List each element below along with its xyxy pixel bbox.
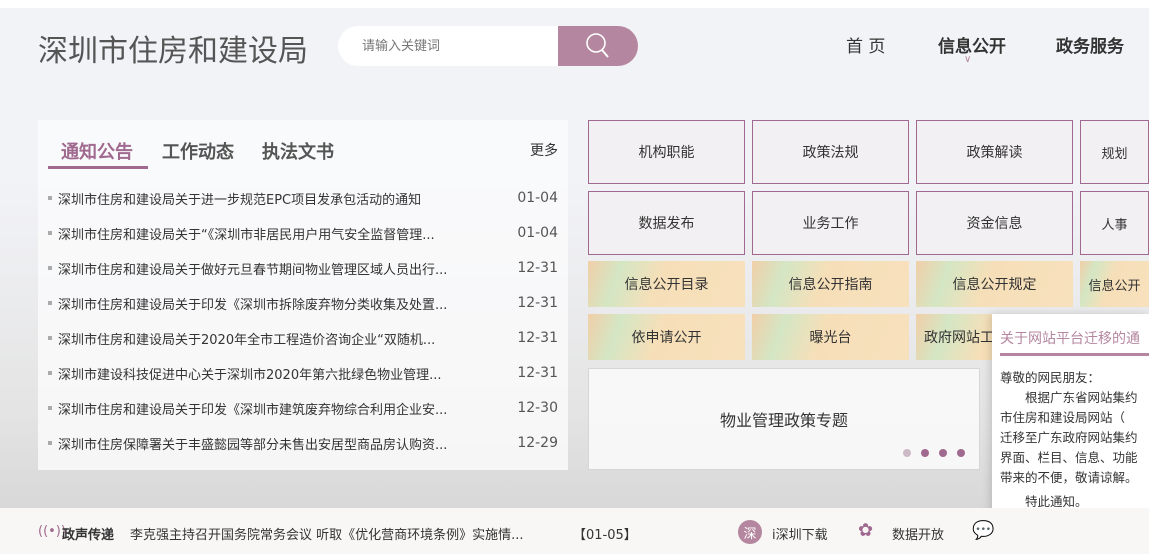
popup-line: 带来的不便，敬请谅解。 bbox=[1000, 470, 1138, 485]
tab-work-news[interactable]: 工作动态 bbox=[162, 138, 234, 164]
popup-body: 尊敬的网民朋友： 根据广东省网站集约 市住房和建设局网站（ 迁移至广东政府网站集… bbox=[1000, 368, 1149, 512]
data-open-link[interactable]: 数据开放 bbox=[892, 524, 944, 543]
bullet-icon bbox=[48, 266, 52, 270]
popup-title-underline bbox=[1000, 353, 1149, 356]
bullet-icon bbox=[48, 196, 52, 200]
item-title: 深圳市住房保障署关于丰盛懿园等部分未售出安居型商品房认购资... bbox=[58, 437, 448, 453]
bullet-icon bbox=[48, 371, 52, 375]
popup-line: 界面、栏目、信息、功能 bbox=[1000, 450, 1138, 465]
popup-line: 市住房和建设局网站（ bbox=[1000, 410, 1126, 425]
tile-data-release[interactable]: 数据发布 bbox=[588, 191, 745, 255]
item-date: 01-04 bbox=[517, 190, 558, 206]
tile-disclosure-guide[interactable]: 信息公开指南 bbox=[752, 261, 909, 307]
tile-disclosure-annual[interactable]: 信息公开 bbox=[1080, 261, 1149, 307]
bullet-icon bbox=[48, 231, 52, 235]
item-title: 深圳市住房和建设局关于印发《深圳市拆除废弃物分类收集及处置... bbox=[58, 297, 448, 313]
chevron-down-icon: ∨ bbox=[964, 54, 972, 65]
bullet-icon bbox=[48, 406, 52, 410]
search-bar bbox=[338, 26, 638, 66]
broadcast-date: 【01-05】 bbox=[573, 528, 637, 543]
nav-info-disclosure[interactable]: 信息公开 bbox=[938, 32, 1006, 57]
tile-disclosure-catalog[interactable]: 信息公开目录 bbox=[588, 261, 745, 307]
item-title: 深圳市住房和建设局关于做好元旦春节期间物业管理区域人员出行... bbox=[58, 262, 448, 278]
topic-banner[interactable]: 物业管理政策专题 bbox=[588, 368, 980, 470]
popup-title: 关于网站平台迁移的通 bbox=[1000, 331, 1140, 347]
list-item[interactable]: 深圳市住房和建设局关于做好元旦春节期间物业管理区域人员出行... 12-31 bbox=[48, 258, 558, 278]
tile-org-functions[interactable]: 机构职能 bbox=[588, 120, 745, 184]
broadcast-headline[interactable]: 李克强主持召开国务院常务会议 听取《优化营商环境条例》实施情... bbox=[130, 524, 524, 543]
list-item[interactable]: 深圳市住房和建设局关于印发《深圳市拆除废弃物分类收集及处置... 12-31 bbox=[48, 293, 558, 313]
item-title: 深圳市建设科技促进中心关于深圳市2020年第六批绿色物业管理... bbox=[58, 367, 442, 383]
nav-home[interactable]: 首 页 bbox=[846, 32, 885, 57]
tab-notices[interactable]: 通知公告 bbox=[61, 138, 133, 164]
tile-funding-info[interactable]: 资金信息 bbox=[916, 191, 1073, 255]
carousel-dots bbox=[903, 449, 965, 457]
item-date: 12-31 bbox=[517, 295, 558, 311]
i-shenzhen-icon: 深 bbox=[738, 520, 762, 544]
tile-exposure[interactable]: 曝光台 bbox=[752, 314, 909, 360]
list-item[interactable]: 深圳市住房和建设局关于进一步规范EPC项目发承包活动的通知 01-04 bbox=[48, 188, 558, 208]
popup-line: 尊敬的网民朋友： bbox=[1000, 370, 1101, 385]
tile-personnel[interactable]: 人事 bbox=[1080, 191, 1149, 255]
item-date: 12-31 bbox=[517, 330, 558, 346]
search-input[interactable] bbox=[338, 26, 558, 66]
popup-line: 迁移至广东政府网站集约 bbox=[1000, 430, 1138, 445]
item-date: 12-30 bbox=[517, 400, 558, 416]
bullet-icon bbox=[48, 441, 52, 445]
carousel-dot[interactable] bbox=[939, 449, 947, 457]
top-strip bbox=[0, 0, 1149, 8]
more-link[interactable]: 更多 bbox=[530, 140, 558, 160]
list-item[interactable]: 深圳市建设科技促进中心关于深圳市2020年第六批绿色物业管理... 12-31 bbox=[48, 363, 558, 383]
carousel-dot[interactable] bbox=[957, 449, 965, 457]
list-item[interactable]: 深圳市住房和建设局关于2020年全市工程造价咨询企业“双随机... 12-31 bbox=[48, 328, 558, 348]
tab-enforcement-docs[interactable]: 执法文书 bbox=[262, 138, 334, 164]
item-title: 深圳市住房和建设局关于印发《深圳市建筑废弃物综合利用企业安... bbox=[58, 402, 448, 418]
item-date: 01-04 bbox=[517, 225, 558, 241]
bullet-icon bbox=[48, 301, 52, 305]
carousel-dot[interactable] bbox=[921, 449, 929, 457]
chat-icon[interactable]: 💬 bbox=[972, 520, 994, 541]
carousel-dot[interactable] bbox=[903, 449, 911, 457]
item-title: 深圳市住房和建设局关于进一步规范EPC项目发承包活动的通知 bbox=[58, 192, 422, 208]
tile-policy-regulations[interactable]: 政策法规 bbox=[752, 120, 909, 184]
item-date: 12-31 bbox=[517, 365, 558, 381]
news-panel: 通知公告 工作动态 执法文书 更多 深圳市住房和建设局关于进一步规范EPC项目发… bbox=[38, 120, 568, 470]
tile-disclosure-rules[interactable]: 信息公开规定 bbox=[916, 261, 1073, 307]
data-open-icon: ✿ bbox=[858, 520, 874, 541]
search-icon bbox=[586, 33, 609, 58]
item-date: 12-31 bbox=[517, 260, 558, 276]
broadcast-label: 政声传递 bbox=[62, 528, 115, 543]
nav-gov-services[interactable]: 政务服务 bbox=[1056, 32, 1124, 57]
i-shenzhen-download-link[interactable]: i深圳下载 bbox=[772, 524, 828, 543]
item-date: 12-29 bbox=[517, 435, 558, 451]
list-item[interactable]: 深圳市住房和建设局关于印发《深圳市建筑废弃物综合利用企业安... 12-30 bbox=[48, 398, 558, 418]
item-title: 深圳市住房和建设局关于“《深圳市非居民用户用气安全监督管理... bbox=[58, 227, 435, 243]
footer-bar: ((•)) 政声传递 李克强主持召开国务院常务会议 听取《优化营商环境条例》实施… bbox=[0, 508, 1149, 554]
banner-title: 物业管理政策专题 bbox=[719, 411, 848, 430]
search-button[interactable] bbox=[558, 26, 638, 66]
list-item[interactable]: 深圳市住房和建设局关于“《深圳市非居民用户用气安全监督管理... 01-04 bbox=[48, 223, 558, 243]
list-item[interactable]: 深圳市住房保障署关于丰盛懿园等部分未售出安居型商品房认购资... 12-29 bbox=[48, 433, 558, 453]
popup-line: 根据广东省网站集约 bbox=[1000, 390, 1138, 405]
item-title: 深圳市住房和建设局关于2020年全市工程造价咨询企业“双随机... bbox=[58, 332, 436, 348]
tile-planning[interactable]: 规划 bbox=[1080, 120, 1149, 184]
tile-business-work[interactable]: 业务工作 bbox=[752, 191, 909, 255]
tile-apply-disclosure[interactable]: 依申请公开 bbox=[588, 314, 745, 360]
site-title[interactable]: 深圳市住房和建设局 bbox=[38, 26, 308, 70]
tile-policy-interpretation[interactable]: 政策解读 bbox=[916, 120, 1073, 184]
bullet-icon bbox=[48, 336, 52, 340]
active-tab-underline bbox=[48, 166, 148, 169]
